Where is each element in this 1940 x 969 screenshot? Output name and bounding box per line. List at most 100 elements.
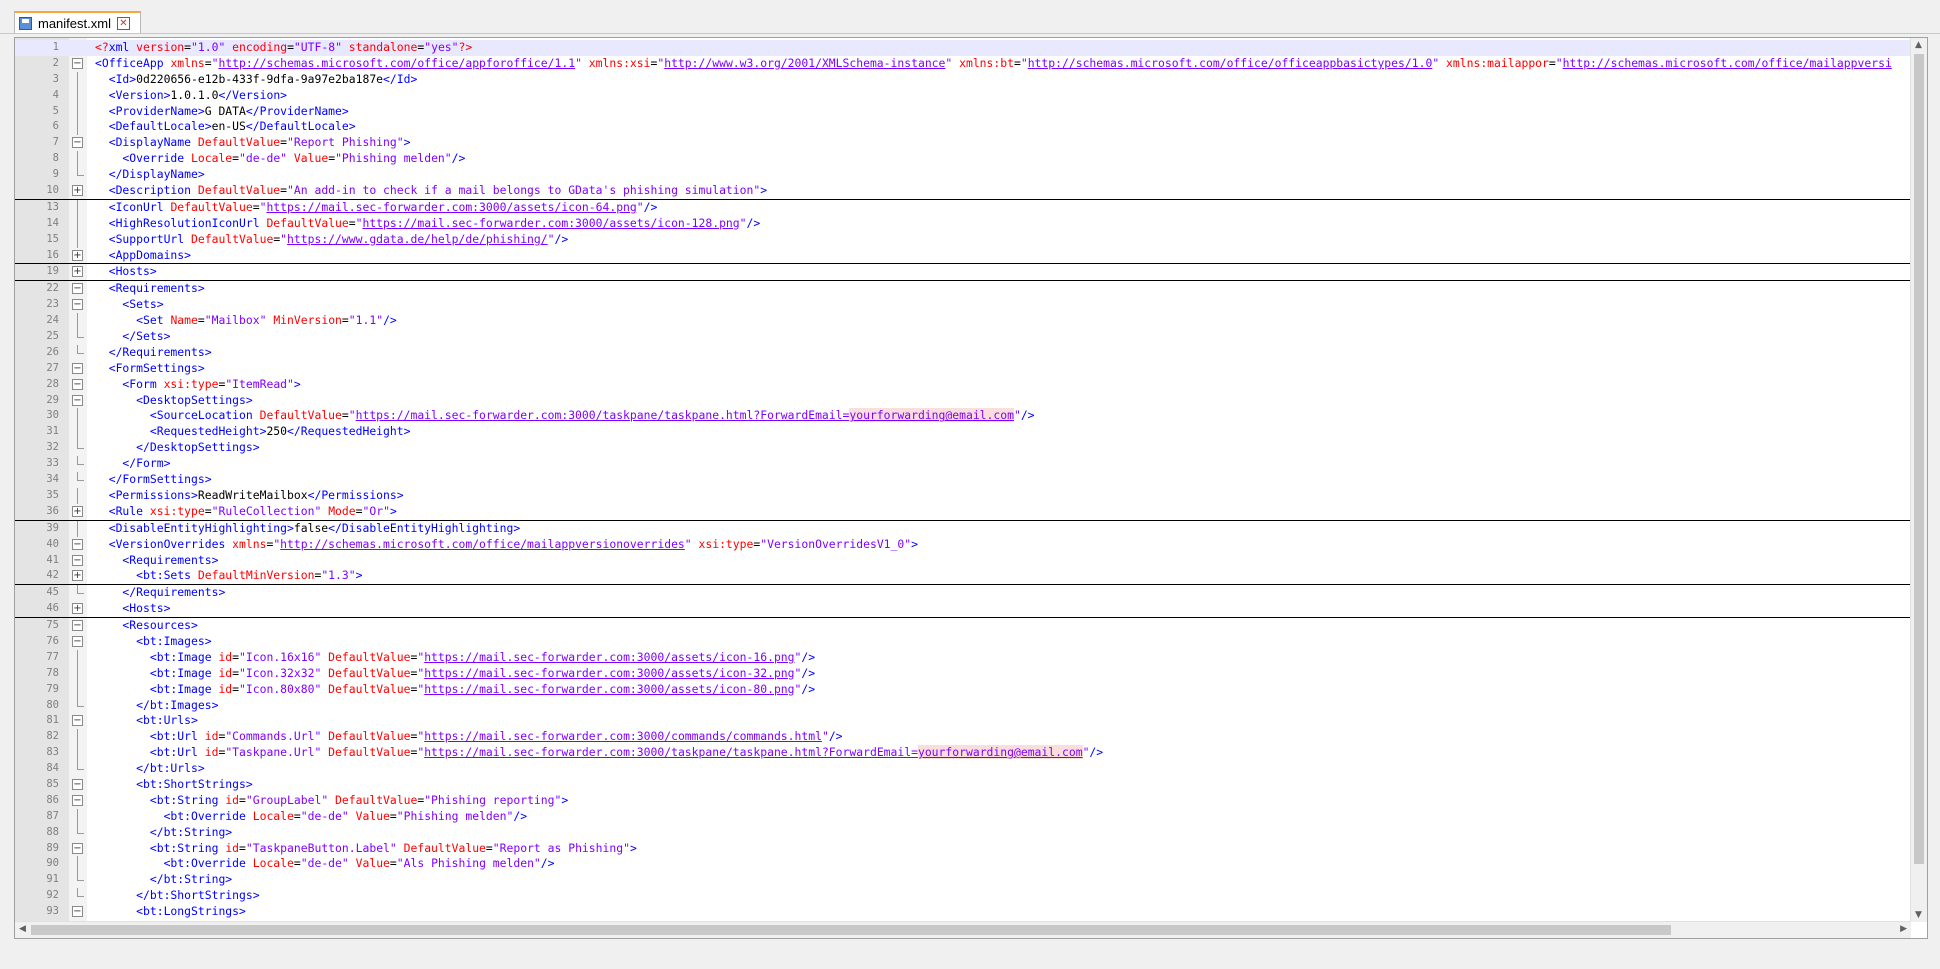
- fold-collapse-icon[interactable]: −: [72, 283, 83, 295]
- code-line[interactable]: 41 − <Requirements>: [15, 553, 1911, 569]
- code-line[interactable]: 87 <bt:Override Locale="de-de" Value="Ph…: [15, 808, 1911, 825]
- code-line[interactable]: 31 <RequestedHeight>250</RequestedHeight…: [15, 424, 1911, 441]
- code-line[interactable]: 8 <Override Locale="de-de" Value="Phishi…: [15, 151, 1911, 168]
- code-line[interactable]: 28 − <Form xsi:type="ItemRead">: [15, 377, 1911, 393]
- code-line[interactable]: 83 <bt:Url id="Taskpane.Url" DefaultValu…: [15, 745, 1911, 762]
- code-line[interactable]: 5 <ProviderName>G DATA</ProviderName>: [15, 103, 1911, 120]
- fold-expand-icon[interactable]: +: [72, 603, 83, 615]
- code-line[interactable]: 40 − <VersionOverrides xmlns="http://sche…: [15, 537, 1911, 553]
- fold-collapse-icon[interactable]: −: [72, 137, 83, 149]
- code-line[interactable]: 92 </bt:ShortStrings>: [15, 888, 1911, 904]
- url-token[interactable]: https://mail.sec-forwarder.com:3000/asse…: [362, 216, 739, 230]
- code-line[interactable]: 10 + <Description DefaultValue="An add-in…: [15, 183, 1911, 200]
- code-line[interactable]: 16 + <AppDomains>: [15, 248, 1911, 265]
- fold-collapse-icon[interactable]: −: [72, 715, 83, 727]
- code-line[interactable]: 1 <?xml version="1.0" encoding="UTF-8" st…: [15, 40, 1911, 56]
- url-token[interactable]: http://www.w3.org/2001/XMLSchema-instanc…: [664, 56, 945, 70]
- url-token[interactable]: yourforwarding@email.com: [849, 408, 1014, 423]
- code-line[interactable]: 6 <DefaultLocale>en-US</DefaultLocale>: [15, 119, 1911, 136]
- url-token[interactable]: http://schemas.microsoft.com/office/appf…: [218, 56, 575, 70]
- code-line[interactable]: 75 − <Resources>: [15, 618, 1911, 634]
- code-line[interactable]: 14 <HighResolutionIconUrl DefaultValue= "…: [15, 215, 1911, 232]
- scroll-left-icon[interactable]: ◀: [19, 924, 26, 934]
- code-line[interactable]: 36 + <Rule xsi:type="RuleCollection" Mode…: [15, 504, 1911, 521]
- code-line[interactable]: 45 </Requirements>: [15, 585, 1911, 601]
- fold-expand-icon[interactable]: +: [72, 505, 83, 517]
- code-line[interactable]: 77 <bt:Image id="Icon.16x16" DefaultValu…: [15, 649, 1911, 666]
- fold-collapse-icon[interactable]: −: [72, 794, 83, 806]
- code-line[interactable]: 84 </bt:Urls>: [15, 761, 1911, 777]
- url-token[interactable]: http://schemas.microsoft.com/office/offi…: [1028, 56, 1433, 70]
- fold-collapse-icon[interactable]: −: [72, 620, 83, 632]
- code-line[interactable]: 19 + <Hosts>: [15, 264, 1911, 282]
- fold-collapse-icon[interactable]: −: [72, 635, 83, 647]
- code-line[interactable]: 4 <Version>1.0.1.0</Version>: [15, 87, 1911, 104]
- code-line[interactable]: 15 <SupportUrl DefaultValue="https://www…: [15, 231, 1911, 248]
- scroll-up-icon[interactable]: ▲: [1915, 40, 1922, 50]
- url-token[interactable]: https://mail.sec-forwarder.com:3000/asse…: [424, 650, 794, 664]
- url-token[interactable]: https://mail.sec-forwarder.com:3000/asse…: [266, 200, 636, 214]
- fold-expand-icon[interactable]: +: [72, 185, 83, 197]
- code-editor[interactable]: 1 <?xml version="1.0" encoding="UTF-8" st…: [14, 37, 1928, 939]
- code-line[interactable]: 86 − <bt:String id="GroupLabel" DefaultVa…: [15, 793, 1911, 809]
- code-line[interactable]: 25 </Sets>: [15, 329, 1911, 345]
- code-line[interactable]: 29 − <DesktopSettings>: [15, 393, 1911, 409]
- fold-collapse-icon[interactable]: −: [72, 538, 83, 550]
- horizontal-scroll-thumb[interactable]: [31, 925, 1671, 935]
- vertical-scrollbar[interactable]: ▲ ▼: [1910, 38, 1927, 922]
- code-line[interactable]: 2− <OfficeApp xmlns="http://schemas.micro…: [15, 56, 1911, 72]
- code-line[interactable]: 85 − <bt:ShortStrings>: [15, 777, 1911, 793]
- code-line[interactable]: 76 − <bt:Images>: [15, 634, 1911, 650]
- fold-collapse-icon[interactable]: −: [72, 778, 83, 790]
- code-line[interactable]: 82 <bt:Url id="Commands.Url" DefaultValu…: [15, 729, 1911, 746]
- code-line[interactable]: 32 </DesktopSettings>: [15, 440, 1911, 456]
- url-token[interactable]: https://mail.sec-forwarder.com:3000/task…: [356, 408, 850, 422]
- fold-expand-icon[interactable]: +: [72, 266, 83, 278]
- horizontal-scrollbar[interactable]: ◀ ▶: [15, 921, 1911, 938]
- scroll-down-icon[interactable]: ▼: [1915, 910, 1922, 920]
- code-line[interactable]: 26 </Requirements>: [15, 344, 1911, 361]
- url-token[interactable]: yourforwarding@email.com: [917, 745, 1083, 760]
- close-icon[interactable]: ✕: [116, 16, 130, 30]
- code-line[interactable]: 88 </bt:String>: [15, 824, 1911, 841]
- code-line[interactable]: 13 <IconUrl DefaultValue= "https://mail.s…: [15, 199, 1911, 216]
- code-line[interactable]: 80 </bt:Images>: [15, 697, 1911, 714]
- code-line[interactable]: 78 <bt:Image id="Icon.32x32" DefaultValu…: [15, 665, 1911, 682]
- code-line[interactable]: 46 + <Hosts>: [15, 601, 1911, 619]
- url-token[interactable]: http://schemas.microsoft.com/office/mail…: [280, 537, 685, 551]
- code-line[interactable]: 79 <bt:Image id="Icon.80x80" DefaultValu…: [15, 681, 1911, 698]
- fold-collapse-icon[interactable]: −: [72, 842, 83, 854]
- code-line[interactable]: 89− <bt:String id="TaskpaneButton.Label"…: [15, 841, 1911, 857]
- code-line[interactable]: 22 − <Requirements>: [15, 281, 1911, 297]
- fold-collapse-icon[interactable]: −: [72, 299, 83, 311]
- code-line[interactable]: 27 − <FormSettings>: [15, 361, 1911, 377]
- code-line[interactable]: 7 − <DisplayName DefaultValue="Report Phi…: [15, 135, 1911, 151]
- url-token[interactable]: https://mail.sec-forwarder.com:3000/asse…: [424, 666, 794, 680]
- code-line[interactable]: 93 − <bt:LongStrings>: [15, 904, 1911, 920]
- code-line[interactable]: 33 </Form>: [15, 456, 1911, 472]
- code-line[interactable]: 42 + <bt:Sets DefaultMinVersion="1.3">: [15, 568, 1911, 586]
- code-line[interactable]: 34 </FormSettings>: [15, 472, 1911, 488]
- scroll-right-icon[interactable]: ▶: [1900, 924, 1907, 934]
- fold-expand-icon[interactable]: +: [72, 570, 83, 582]
- code-line[interactable]: 91 </bt:String>: [15, 872, 1911, 888]
- fold-expand-icon[interactable]: +: [72, 249, 83, 261]
- fold-collapse-icon[interactable]: −: [72, 394, 83, 406]
- code-line[interactable]: 23 − <Sets>: [15, 297, 1911, 313]
- code-line[interactable]: 90 <bt:Override Locale="de-de" Value="Al…: [15, 856, 1911, 873]
- code-line[interactable]: 9 </DisplayName>: [15, 167, 1911, 183]
- code-line[interactable]: 30 <SourceLocation DefaultValue="https:/…: [15, 408, 1911, 425]
- code-line[interactable]: 24 <Set Name="Mailbox" MinVersion="1.1"/…: [15, 313, 1911, 330]
- fold-collapse-icon[interactable]: −: [72, 554, 83, 566]
- url-token[interactable]: https://mail.sec-forwarder.com:3000/comm…: [424, 729, 822, 743]
- fold-collapse-icon[interactable]: −: [72, 362, 83, 374]
- code-line[interactable]: 81 − <bt:Urls>: [15, 713, 1911, 729]
- fold-collapse-icon[interactable]: −: [72, 378, 83, 390]
- fold-collapse-icon[interactable]: −: [72, 906, 83, 918]
- tab-manifest-xml[interactable]: manifest.xml ✕: [14, 11, 141, 33]
- url-token[interactable]: https://www.gdata.de/help/de/phishing/: [287, 232, 548, 246]
- url-token[interactable]: https://mail.sec-forwarder.com:3000/task…: [424, 745, 918, 759]
- code-line[interactable]: 39 <DisableEntityHighlighting>false</Dis…: [15, 520, 1911, 537]
- vertical-scroll-thumb[interactable]: [1914, 54, 1924, 864]
- url-token[interactable]: https://mail.sec-forwarder.com:3000/asse…: [424, 682, 794, 696]
